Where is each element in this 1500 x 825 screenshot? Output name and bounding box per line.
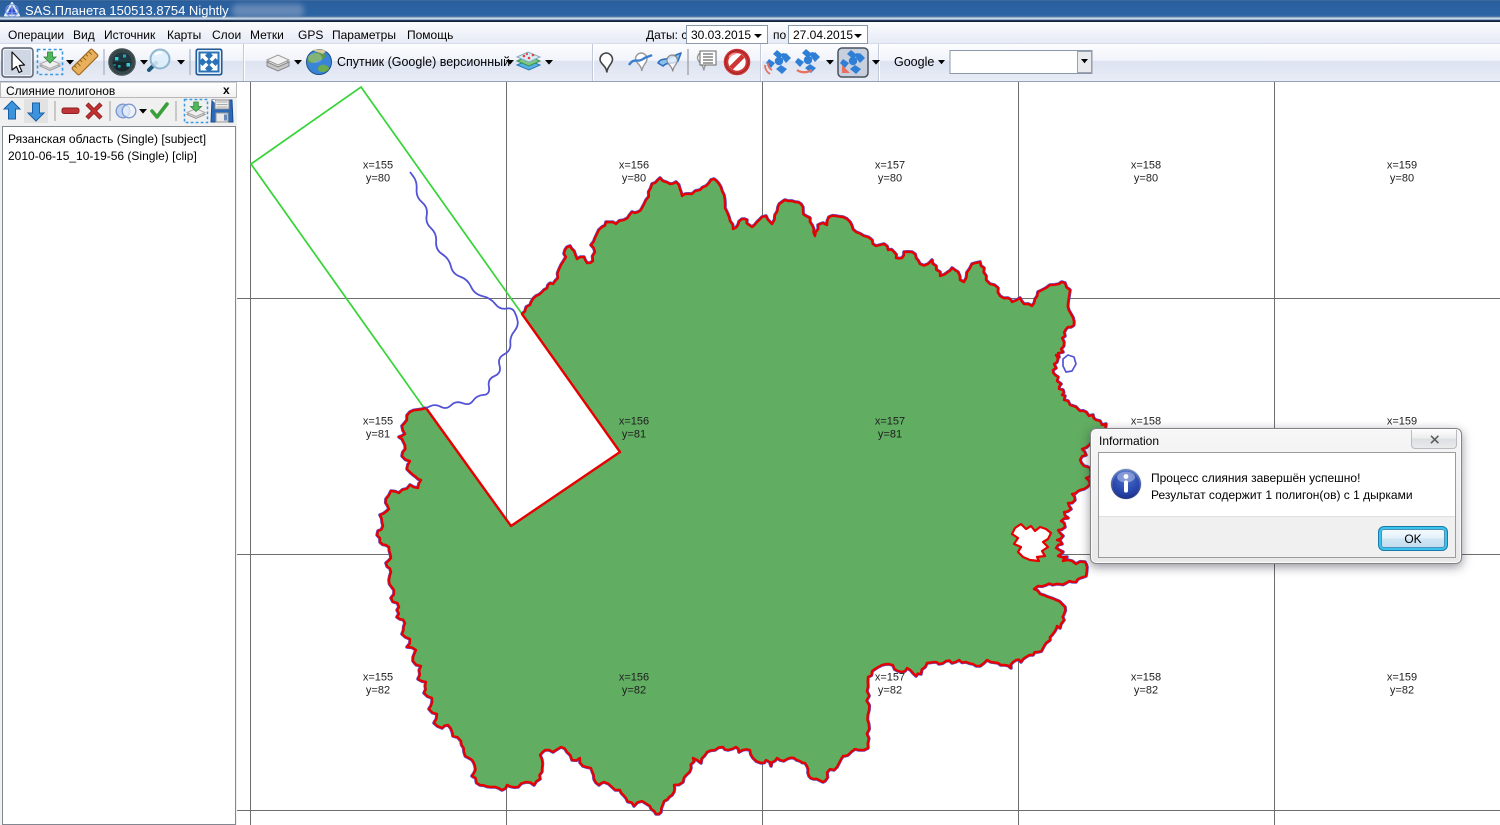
svg-text:y=81: y=81 bbox=[366, 429, 390, 441]
svg-text:x=158: x=158 bbox=[1131, 160, 1161, 172]
svg-text:y=82: y=82 bbox=[366, 685, 390, 697]
svg-text:x=157: x=157 bbox=[875, 416, 905, 428]
svg-text:y=80: y=80 bbox=[366, 173, 390, 185]
svg-text:y=81: y=81 bbox=[878, 429, 902, 441]
svg-text:x=158: x=158 bbox=[1131, 672, 1161, 684]
svg-text:y=80: y=80 bbox=[622, 173, 646, 185]
svg-text:x=155: x=155 bbox=[363, 416, 393, 428]
svg-text:x=157: x=157 bbox=[875, 160, 905, 172]
svg-text:x=156: x=156 bbox=[619, 416, 649, 428]
svg-text:x=157: x=157 bbox=[875, 672, 905, 684]
svg-text:y=80: y=80 bbox=[1134, 173, 1158, 185]
svg-text:x=155: x=155 bbox=[363, 672, 393, 684]
svg-text:x=155: x=155 bbox=[363, 160, 393, 172]
svg-text:x=156: x=156 bbox=[619, 672, 649, 684]
svg-text:y=82: y=82 bbox=[878, 685, 902, 697]
svg-text:y=82: y=82 bbox=[1134, 685, 1158, 697]
svg-text:x=159: x=159 bbox=[1387, 672, 1417, 684]
svg-text:y=82: y=82 bbox=[1390, 685, 1414, 697]
svg-text:Google: Google bbox=[894, 55, 934, 69]
svg-text:x=159: x=159 bbox=[1387, 160, 1417, 172]
svg-text:Спутник (Google) версионный: Спутник (Google) версионный bbox=[337, 55, 510, 69]
svg-text:y=81: y=81 bbox=[622, 429, 646, 441]
svg-text:x=156: x=156 bbox=[619, 160, 649, 172]
svg-text:y=80: y=80 bbox=[1390, 173, 1414, 185]
svg-text:x=158: x=158 bbox=[1131, 416, 1161, 428]
svg-text:y=80: y=80 bbox=[878, 173, 902, 185]
svg-text:y=82: y=82 bbox=[622, 685, 646, 697]
svg-text:x=159: x=159 bbox=[1387, 416, 1417, 428]
